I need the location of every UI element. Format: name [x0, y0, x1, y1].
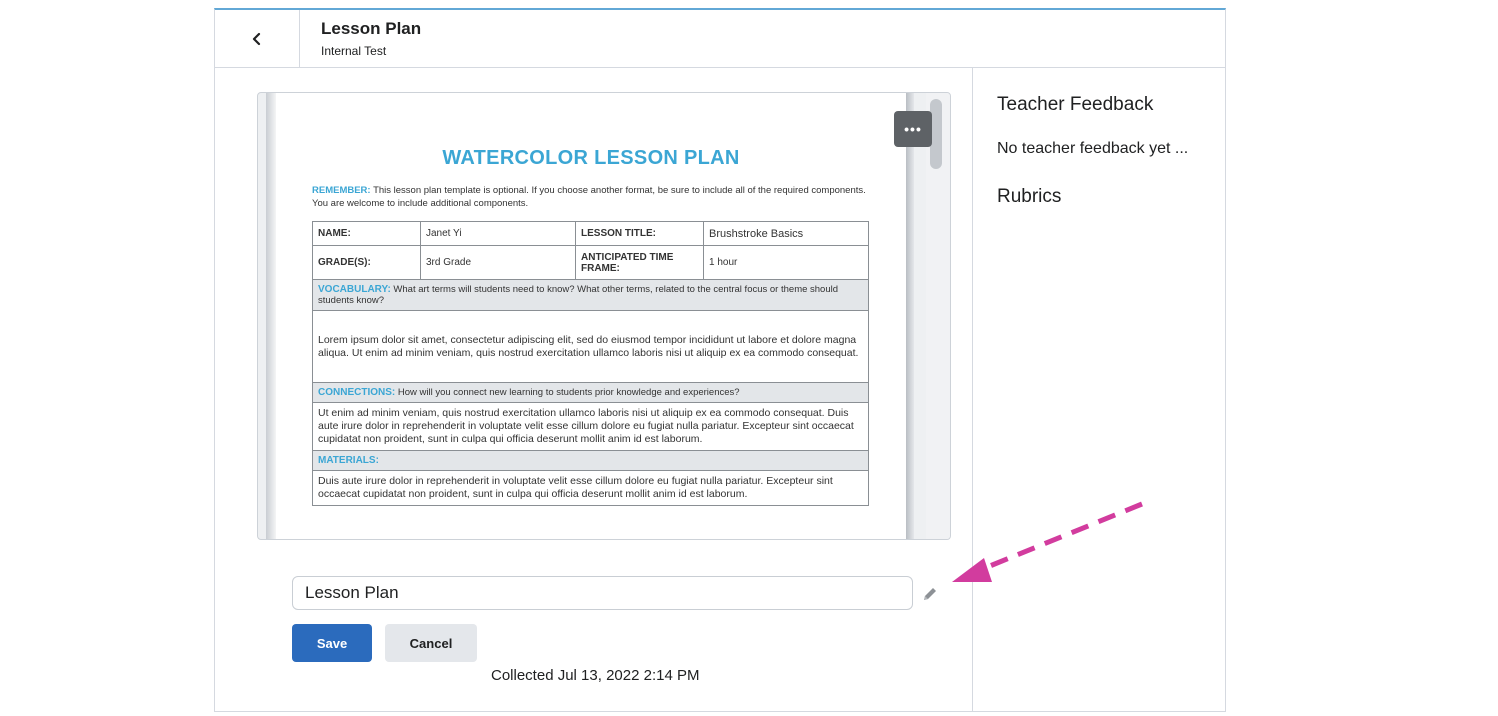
table-row: CONNECTIONS: How will you connect new le…	[312, 382, 869, 403]
vocabulary-label: VOCABULARY:	[318, 284, 391, 295]
lesson-title-label: LESSON TITLE:	[575, 221, 704, 246]
collected-timestamp: Collected Jul 13, 2022 2:14 PM	[491, 667, 700, 684]
teacher-feedback-heading: Teacher Feedback	[997, 94, 1154, 115]
table-row: Duis aute irure dolor in reprehenderit i…	[312, 470, 869, 506]
more-options-button[interactable]: •••	[894, 111, 932, 147]
document-page: WATERCOLOR LESSON PLAN REMEMBER: This le…	[276, 93, 906, 539]
document-title: WATERCOLOR LESSON PLAN	[442, 147, 740, 169]
save-button[interactable]: Save	[292, 624, 372, 662]
teacher-feedback-text: No teacher feedback yet ...	[997, 140, 1189, 157]
side-panel: Teacher Feedback No teacher feedback yet…	[972, 68, 1226, 712]
connections-body: Ut enim ad minim veniam, quis nostrud ex…	[312, 402, 869, 451]
remember-label: REMEMBER:	[312, 185, 371, 196]
table-row: NAME: Janet Yi LESSON TITLE: Brushstroke…	[312, 221, 869, 246]
rubrics-heading[interactable]: Rubrics	[997, 186, 1061, 208]
grade-label: GRADE(S):	[312, 245, 421, 280]
vocabulary-body: Lorem ipsum dolor sit amet, consectetur …	[312, 310, 869, 383]
materials-cell: MATERIALS:	[312, 450, 869, 471]
name-label: NAME:	[312, 221, 421, 246]
back-button[interactable]	[215, 10, 300, 68]
top-bar: Lesson Plan Internal Test	[215, 10, 1225, 68]
materials-body: Duis aute irure dolor in reprehenderit i…	[312, 470, 869, 506]
connections-prompt-cell: CONNECTIONS: How will you connect new le…	[312, 382, 869, 403]
lesson-plan-table: NAME: Janet Yi LESSON TITLE: Brushstroke…	[312, 221, 869, 506]
pencil-icon[interactable]	[920, 584, 940, 604]
app-frame: Lesson Plan Internal Test WATERCOLOR LES…	[214, 8, 1226, 712]
annotation-arrow-icon	[952, 501, 1143, 582]
cancel-button[interactable]: Cancel	[385, 624, 477, 662]
table-row: Ut enim ad minim veniam, quis nostrud ex…	[312, 402, 869, 451]
chevron-left-icon	[252, 32, 261, 46]
remember-text: This lesson plan template is optional. I…	[312, 185, 866, 209]
time-label: ANTICIPATED TIME FRAME:	[575, 245, 704, 280]
table-row: Lorem ipsum dolor sit amet, consectetur …	[312, 310, 869, 383]
connections-prompt: How will you connect new learning to stu…	[397, 387, 740, 398]
time-value: 1 hour	[703, 245, 869, 280]
lesson-title-value: Brushstroke Basics	[703, 221, 869, 246]
table-row: VOCABULARY: What art terms will students…	[312, 279, 869, 311]
name-value: Janet Yi	[420, 221, 576, 246]
page-edge	[906, 93, 914, 539]
page-edge	[266, 93, 276, 539]
page-subtitle: Internal Test	[321, 44, 387, 58]
remember-note: REMEMBER: This lesson plan template is o…	[312, 185, 872, 210]
connections-label: CONNECTIONS:	[318, 387, 396, 398]
materials-label: MATERIALS:	[318, 455, 379, 466]
document-viewer[interactable]: WATERCOLOR LESSON PLAN REMEMBER: This le…	[257, 92, 951, 540]
table-row: GRADE(S): 3rd Grade ANTICIPATED TIME FRA…	[312, 245, 869, 280]
more-options-icon: •••	[904, 121, 922, 137]
grade-value: 3rd Grade	[420, 245, 576, 280]
vocabulary-prompt: What art terms will students need to kno…	[318, 284, 839, 306]
table-row: MATERIALS:	[312, 450, 869, 471]
page-title: Lesson Plan	[321, 19, 422, 38]
vocabulary-prompt-cell: VOCABULARY: What art terms will students…	[312, 279, 869, 311]
submission-name-input[interactable]	[292, 576, 913, 610]
